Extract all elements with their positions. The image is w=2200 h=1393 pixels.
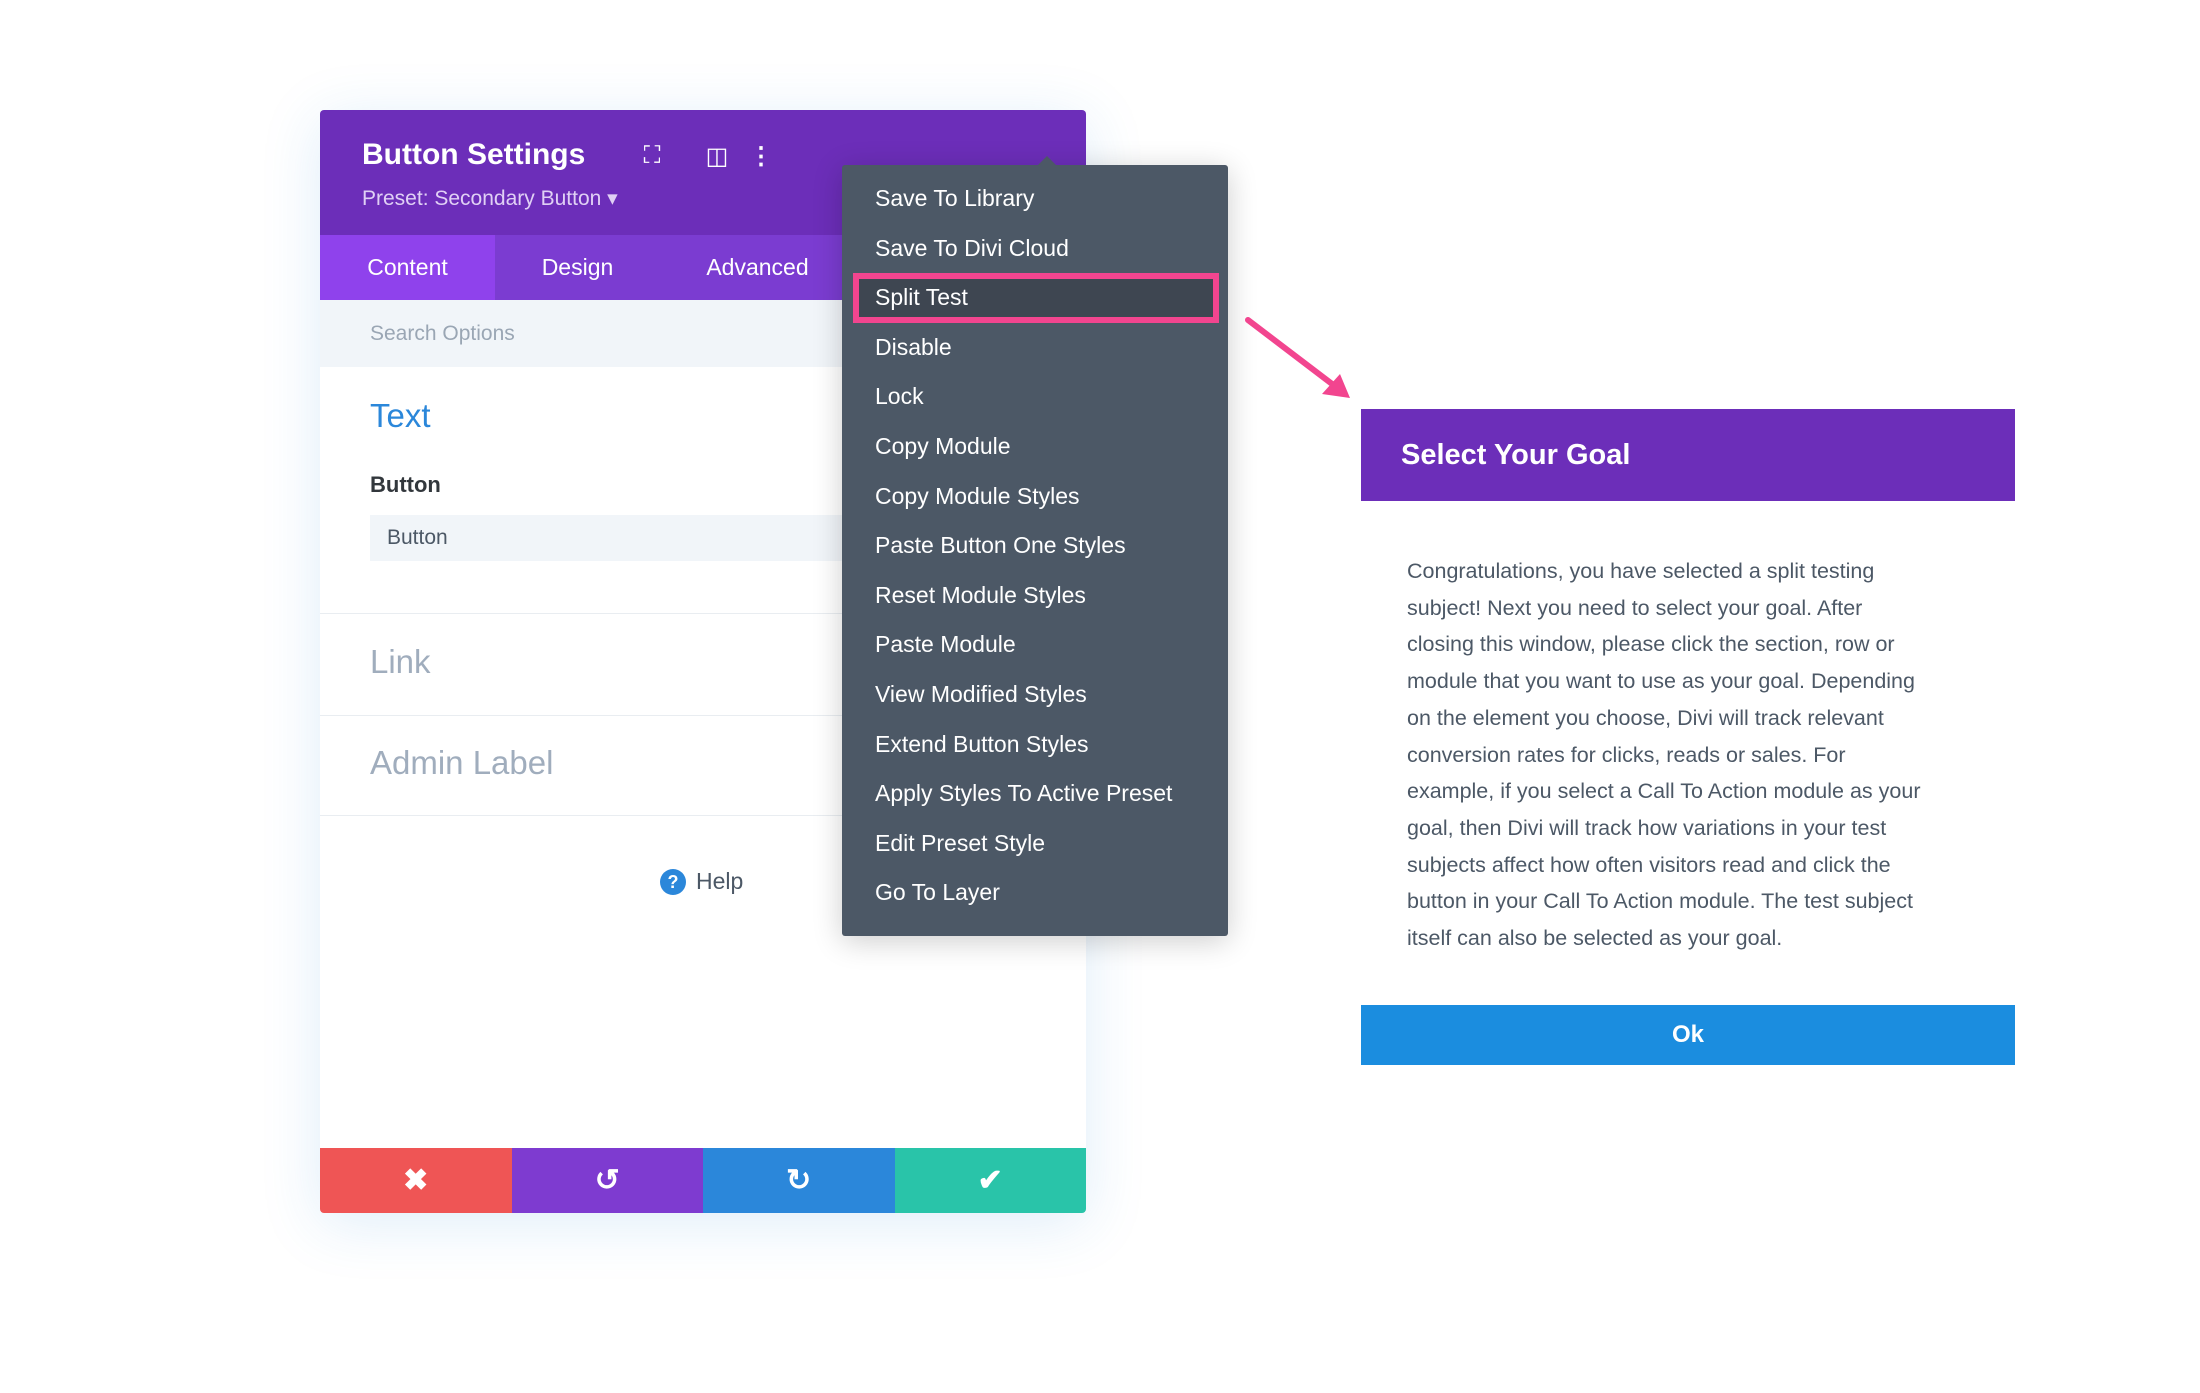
menu-item-lock[interactable]: Lock <box>842 372 1228 422</box>
menu-item-save-to-library[interactable]: Save To Library <box>842 174 1228 224</box>
preset-dropdown[interactable]: Preset: Secondary Button ▾ <box>362 186 618 211</box>
menu-item-extend-button-styles[interactable]: Extend Button Styles <box>842 720 1228 770</box>
menu-item-save-to-divi-cloud[interactable]: Save To Divi Cloud <box>842 224 1228 274</box>
redo-button[interactable]: ↻ <box>703 1148 895 1213</box>
menu-item-paste-module[interactable]: Paste Module <box>842 620 1228 670</box>
menu-item-paste-button-one-styles[interactable]: Paste Button One Styles <box>842 521 1228 571</box>
menu-item-reset-module-styles[interactable]: Reset Module Styles <box>842 571 1228 621</box>
fullscreen-icon[interactable]: ⛶ <box>637 142 667 170</box>
message-line: module that you want to use as your goal… <box>1407 669 1915 694</box>
message-line: Congratulations, you have selected a spl… <box>1407 559 1875 583</box>
menu-item-view-modified-styles[interactable]: View Modified Styles <box>842 670 1228 720</box>
menu-item-copy-module[interactable]: Copy Module <box>842 422 1228 472</box>
ok-button[interactable]: Ok <box>1361 1005 2015 1065</box>
help-label: Help <box>696 868 744 894</box>
message-line: goal, then Divi will track how variation… <box>1407 815 1887 840</box>
message-line: subjects affect how often visitors read … <box>1407 852 1891 877</box>
goal-dialog-title: Select Your Goal <box>1361 409 2015 501</box>
button-field-label: Button <box>370 472 441 497</box>
save-button[interactable]: ✔ <box>894 1148 1086 1213</box>
message-line: closing this window, please click the se… <box>1407 632 1895 657</box>
message-line: example, if you select a Call To Action … <box>1407 779 1921 804</box>
tab-content[interactable]: Content <box>320 235 495 300</box>
goal-dialog-message: Congratulations, you have selected a spl… <box>1407 553 2007 957</box>
split-view-icon[interactable]: ◫ <box>702 142 732 171</box>
tab-advanced[interactable]: Advanced <box>660 235 855 300</box>
menu-item-apply-styles-to-active-preset[interactable]: Apply Styles To Active Preset <box>842 769 1228 819</box>
panel-title: Button Settings <box>362 138 586 171</box>
more-options-icon[interactable]: ⋮ <box>746 142 776 171</box>
message-line: itself can also be selected as your goal… <box>1407 926 1783 951</box>
menu-item-go-to-layer[interactable]: Go To Layer <box>842 868 1228 918</box>
help-link[interactable]: ? Help <box>660 868 743 895</box>
section-link-heading[interactable]: Link <box>370 643 431 681</box>
section-admin-label-heading[interactable]: Admin Label <box>370 744 553 782</box>
menu-item-copy-module-styles[interactable]: Copy Module Styles <box>842 472 1228 522</box>
message-line: conversion rates for clicks, reads or sa… <box>1407 742 1846 767</box>
tab-design[interactable]: Design <box>495 235 660 300</box>
help-icon: ? <box>660 868 686 895</box>
options-menu: Save To Library Save To Divi Cloud Split… <box>842 156 1228 936</box>
message-line: subject! Next you need to select your go… <box>1407 595 1863 620</box>
message-line: button in your Call To Action module. Th… <box>1407 889 1913 914</box>
undo-button[interactable]: ↺ <box>511 1148 703 1213</box>
section-text-heading[interactable]: Text <box>370 397 431 435</box>
menu-item-split-test[interactable]: Split Test <box>853 273 1219 323</box>
menu-item-disable[interactable]: Disable <box>842 323 1228 373</box>
menu-item-edit-preset-style[interactable]: Edit Preset Style <box>842 819 1228 869</box>
message-line: on the element you choose, Divi will tra… <box>1407 705 1884 730</box>
cancel-button[interactable]: ✖ <box>320 1148 512 1213</box>
footer-actions: ✖ ↺ ↻ ✔ <box>320 1148 1086 1213</box>
pointer-arrow-icon <box>1245 317 1350 398</box>
